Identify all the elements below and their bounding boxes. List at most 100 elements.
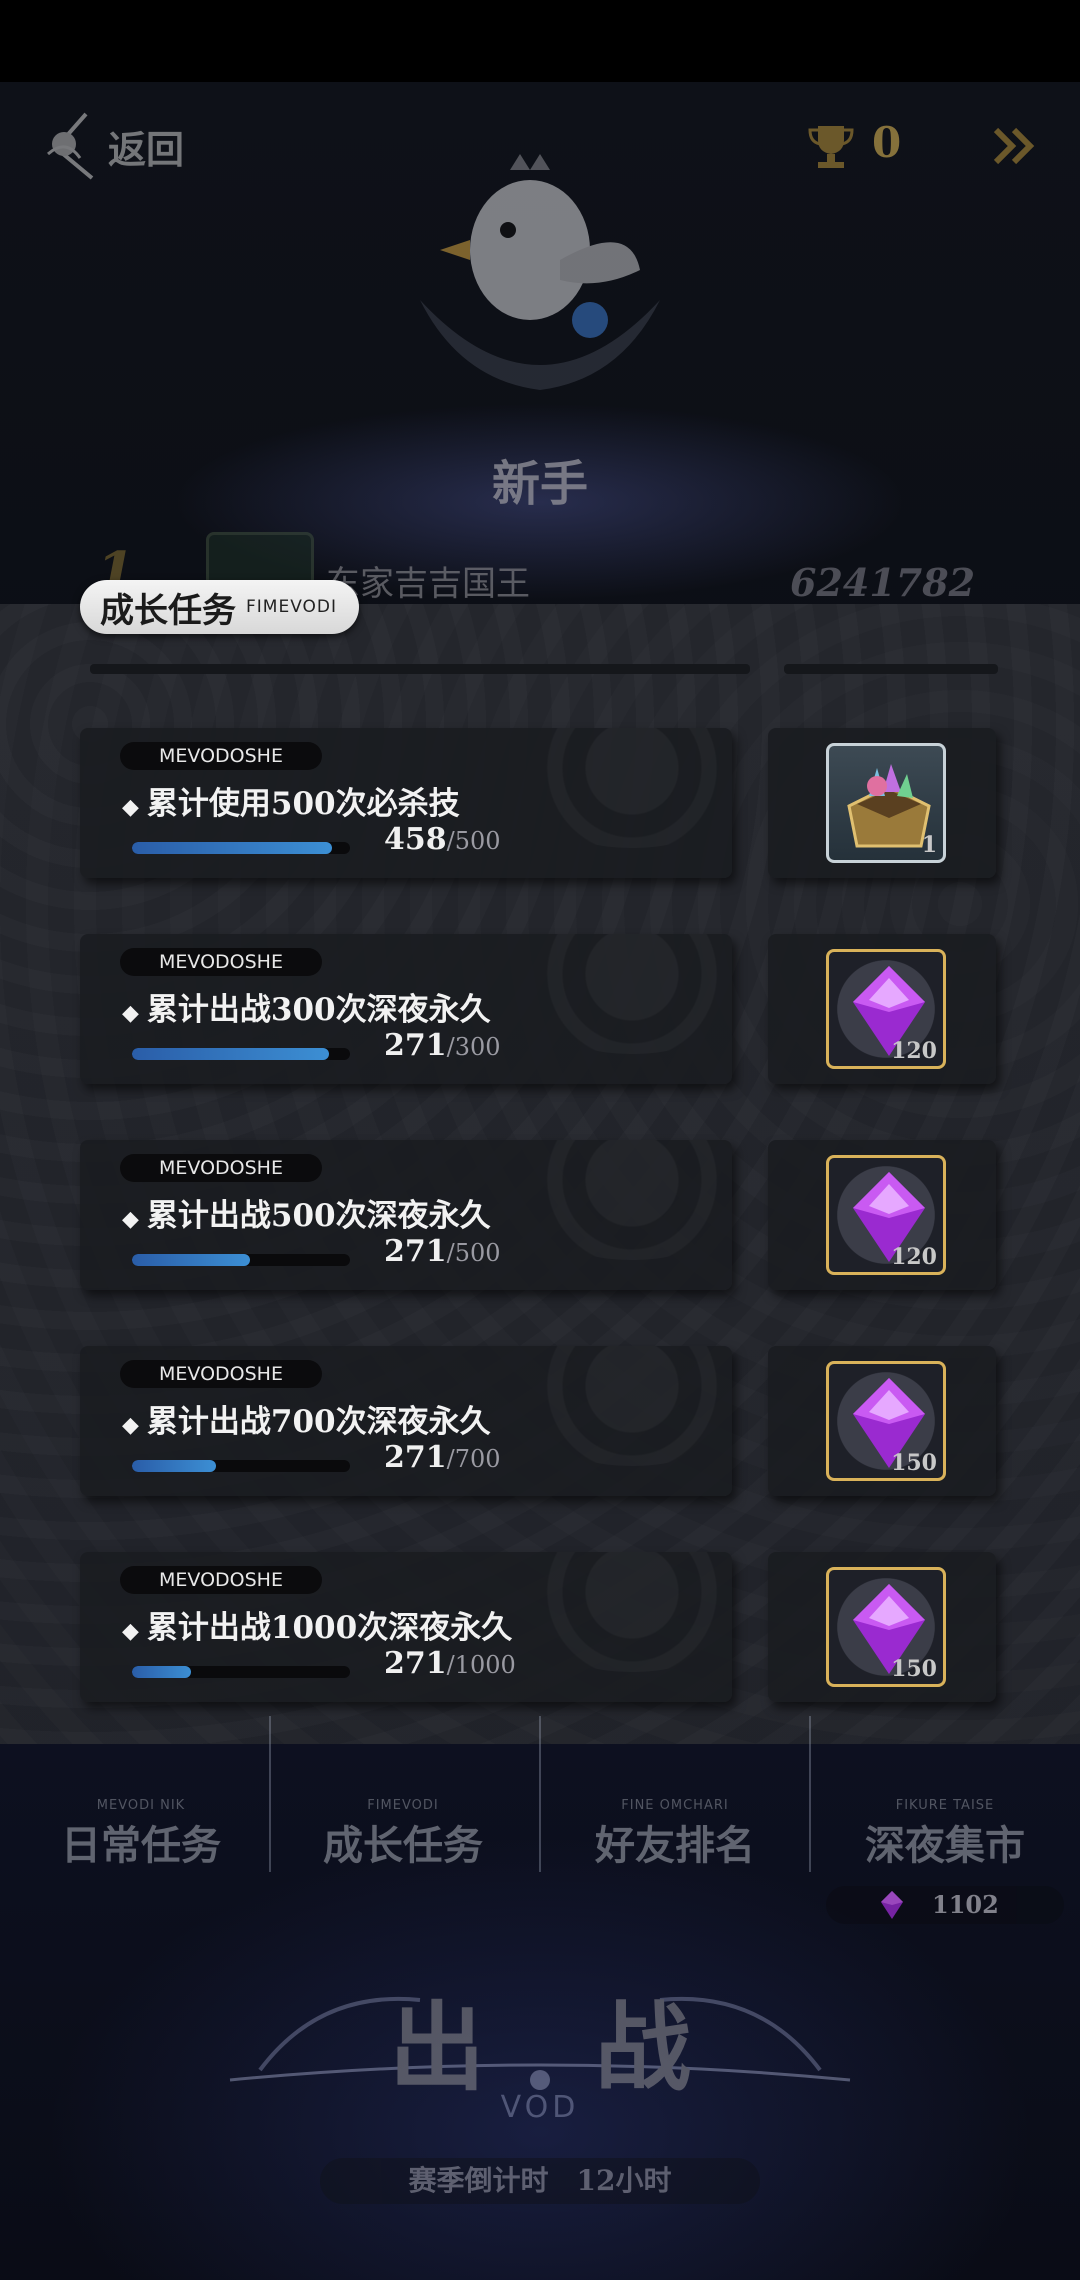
rank-emblem-icon [420,154,660,390]
reward-qty: 150 [891,1450,937,1476]
progress-bar [132,1254,350,1266]
panel-title-badge: 成长任务 FIMEVODI [80,580,360,634]
task-title: ◆ 累计使用500次必杀技 [122,778,460,823]
growth-task-panel: MEVODOSHE ◆ 累计使用500次必杀技 458/500 1 MEVODOS… [0,604,1080,1744]
progress-total: /1000 [446,1651,516,1679]
reward-qty: 1 [921,832,937,858]
task-tag: MEVODOSHE [120,1566,322,1594]
leaderboard-score: 6241782 [790,560,976,605]
tab-growth-tasks[interactable]: FIMEVODI 成长任务 [268,1750,538,1870]
progress-fill [132,842,332,854]
reward-qty: 120 [891,1244,937,1270]
reward-item[interactable]: 120 [826,1155,946,1275]
reward-item[interactable]: 150 [826,1567,946,1687]
tab-daily-tasks[interactable]: MEVODI NIK 日常任务 [6,1750,276,1870]
task-card: MEVODOSHE ◆ 累计出战1000次深夜永久 271/1000 [80,1552,732,1702]
panel-subtitle: FIMEVODI [246,597,338,617]
purple-gem-icon [881,1891,903,1919]
tab-label: 深夜集市 [865,1822,1025,1869]
task-card: MEVODOSHE ◆ 累计出战300次深夜永久 271/300 [80,934,732,1084]
status-bar [0,0,1080,82]
rank-title: 新手 [491,456,588,512]
task-tag: MEVODOSHE [120,948,322,976]
reward-card[interactable]: 150 [768,1552,996,1702]
double-chevron-right-icon[interactable] [992,126,1036,166]
season-countdown: 赛季倒计时 12小时 [320,2158,760,2204]
progress-bar [132,842,350,854]
reward-card[interactable]: 120 [768,934,996,1084]
reward-item[interactable]: 150 [826,1361,946,1481]
currency-value: 1102 [932,1890,999,1919]
reward-item[interactable]: 1 [826,743,946,863]
countdown-value: 12小时 [576,2164,672,2197]
progress-current: 271 [384,1440,447,1475]
task-card: MEVODOSHE ◆ 累计出战700次深夜永久 271/700 [80,1346,732,1496]
trophy-count: 0 [872,118,902,167]
task-tag: MEVODOSHE [120,1360,322,1388]
diamond-bullet-icon: ◆ [122,1000,139,1026]
task-card-top-edge [90,664,750,674]
tab-label: 日常任务 [61,1822,221,1869]
reward-card[interactable]: 120 [768,1140,996,1290]
task-card: MEVODOSHE ◆ 累计使用500次必杀技 458/500 [80,728,732,878]
back-label: 返回 [108,126,185,172]
reward-qty: 120 [891,1038,937,1064]
diamond-bullet-icon: ◆ [122,1206,139,1232]
tab-friend-ranking[interactable]: FINE OMCHARI 好友排名 [540,1750,810,1870]
battle-button[interactable]: 出战 VOD [200,1930,880,2160]
rose-back-icon [47,112,94,180]
reward-item[interactable]: 120 [826,949,946,1069]
tab-label: 成长任务 [323,1822,483,1869]
task-title: ◆ 累计出战500次深夜永久 [122,1190,491,1235]
diamond-bullet-icon: ◆ [122,1412,139,1438]
task-tag: MEVODOSHE [120,742,322,770]
battle-label: 出战 [389,1991,801,2104]
tab-label: 好友排名 [595,1822,755,1869]
progress-text: 458/500 [384,822,501,857]
task-title: ◆ 累计出战300次深夜永久 [122,984,491,1029]
progress-bar [132,1048,350,1060]
progress-fill [132,1460,217,1472]
reward-card[interactable]: 150 [768,1346,996,1496]
tab-sub: MEVODI NIK [96,1798,186,1813]
task-card: MEVODOSHE ◆ 累计出战500次深夜永久 271/500 [80,1140,732,1290]
progress-text: 271/1000 [384,1646,516,1681]
progress-fill [132,1254,251,1266]
progress-bar [132,1460,350,1472]
progress-current: 271 [384,1234,447,1269]
progress-total: /300 [446,1033,501,1061]
task-title-text: 累计出战1000次深夜永久 [146,1610,513,1646]
back-button[interactable]: 返回 [36,108,184,184]
battle-sub: VOD [500,2090,580,2125]
reward-card-top-edge [784,664,998,674]
progress-total: /500 [446,1239,501,1267]
progress-total: /700 [446,1445,501,1473]
progress-current: 458 [384,822,447,857]
progress-text: 271/500 [384,1234,501,1269]
currency-display: 1102 [826,1886,1064,1924]
tab-sub: FIKURE TAISE [895,1798,995,1813]
task-tag: MEVODOSHE [120,1154,322,1182]
diamond-bullet-icon: ◆ [122,1618,139,1644]
progress-fill [132,1048,329,1060]
task-title: ◆ 累计出战1000次深夜永久 [122,1602,512,1647]
progress-total: /500 [446,827,501,855]
tab-sub: FINE OMCHARI [621,1798,729,1813]
trophy-icon [808,126,854,168]
progress-fill [132,1666,192,1678]
tab-sub: FIMEVODI [367,1798,439,1813]
reward-qty: 150 [891,1656,937,1682]
task-title-text: 累计出战300次深夜永久 [146,992,491,1028]
tab-night-market[interactable]: FIKURE TAISE 深夜集市 [810,1750,1080,1870]
panel-title: 成长任务 [100,590,236,631]
task-title: ◆ 累计出战700次深夜永久 [122,1396,491,1441]
task-title-text: 累计出战700次深夜永久 [146,1404,491,1440]
task-title-text: 累计出战500次深夜永久 [146,1198,491,1234]
reward-card[interactable]: 1 [768,728,996,878]
progress-bar [132,1666,350,1678]
progress-text: 271/300 [384,1028,501,1063]
progress-current: 271 [384,1646,447,1681]
diamond-bullet-icon: ◆ [122,794,139,820]
countdown-label: 赛季倒计时 [408,2164,549,2197]
progress-text: 271/700 [384,1440,501,1475]
